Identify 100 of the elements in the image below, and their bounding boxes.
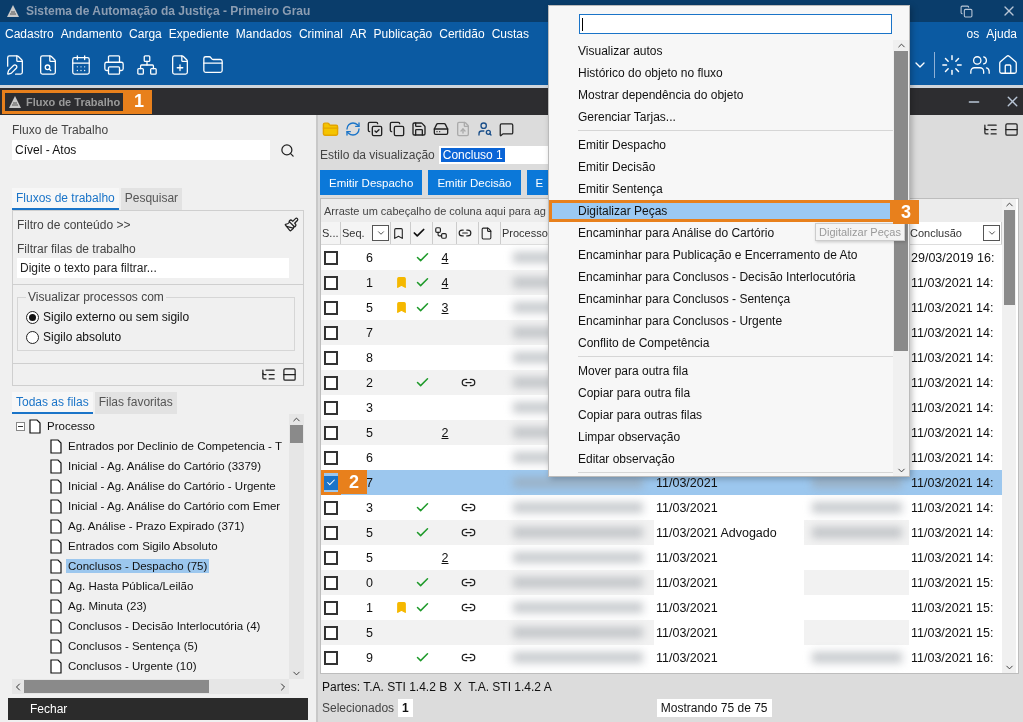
count-link[interactable]: 2	[441, 425, 449, 440]
menu-item[interactable]: Conflito de Competência	[549, 332, 893, 354]
close-button[interactable]: Fechar	[28, 702, 70, 716]
parts-text: Partes: T.A. STI 1.4.2 B X T.A. STI 1.4.2 A	[322, 680, 553, 694]
step-badge: 3	[893, 200, 919, 224]
table-cell: 6	[366, 250, 373, 265]
filter-field[interactable]: Digite o texto para filtrar...	[17, 258, 289, 278]
menu-item[interactable]: Andamento	[57, 26, 126, 41]
menu-item[interactable]: Mover para outra fila	[549, 360, 893, 382]
table-cell: 11/03/2021 14:	[909, 520, 1002, 545]
count-link[interactable]: 4	[441, 250, 449, 265]
tree-node[interactable]: Inicial - Ag. Análise do Cartório (3379)	[16, 456, 289, 476]
menu-item[interactable]: os	[963, 26, 983, 41]
menu-item[interactable]: Histórico do objeto no fluxo	[549, 62, 893, 84]
table-cell: 1	[366, 600, 373, 615]
menu-item[interactable]: Publicação	[370, 26, 436, 41]
window-title: Sistema de Automação da Justiça - Primeiro Grau	[26, 4, 311, 18]
column-header[interactable]: Conclusão	[909, 222, 1002, 244]
table-cell: 0	[366, 575, 373, 590]
record-count: Mostrando 75 de 75	[656, 699, 772, 717]
menu-item[interactable]: Limpar observação	[549, 426, 893, 448]
table-cell: 11/03/2021 14:	[909, 420, 1002, 445]
table-cell: 11/03/2021 14:	[909, 270, 1002, 295]
tab[interactable]: Fluxos de trabalho	[12, 188, 119, 210]
field-label: Selecionados	[322, 701, 395, 715]
step-badge: 1	[126, 89, 153, 114]
action-button[interactable]: Emitir Despacho	[320, 170, 423, 195]
table-cell: 5	[366, 525, 373, 540]
menu-item[interactable]: Visualizar autos	[549, 40, 893, 62]
table-cell: 11/03/2021	[654, 620, 804, 645]
tree-node[interactable]: Conclusos - Decisão Interlocutória (4)	[16, 616, 289, 636]
table-cell: 11/03/2021 Advogado	[654, 520, 804, 545]
tree-node[interactable]: Conclusos - Sentença (5)	[16, 636, 289, 656]
column-header[interactable]: Seq.	[341, 222, 391, 244]
filter-toggle[interactable]: Filtro de conteúdo >>	[17, 217, 131, 232]
group-legend: Visualizar processos com	[26, 290, 166, 304]
menu-item[interactable]: Custas	[488, 26, 532, 41]
table-cell: 11/03/2021 14:	[909, 370, 1002, 395]
tab[interactable]: Pesquisar	[120, 188, 183, 210]
tab[interactable]: Filas favoritas	[94, 392, 177, 414]
panel-tab[interactable]: Fluxo de Trabalho	[2, 89, 127, 114]
menu-item[interactable]: Carga	[126, 26, 165, 41]
menu-item[interactable]: Encaminhar para Publicação e Encerramento de Ato	[549, 244, 893, 266]
count-link[interactable]: 4	[441, 275, 449, 290]
menu-item[interactable]: Mandados	[232, 26, 295, 41]
table-cell: 5	[366, 550, 373, 565]
field-label: Filtrar filas de trabalho	[17, 242, 137, 256]
selected-count: 1	[398, 699, 413, 717]
field-label: Fluxo de Trabalho	[12, 123, 110, 137]
table-cell: 9	[366, 650, 373, 665]
table-cell: 11/03/2021 15:	[909, 570, 1002, 595]
menu-item[interactable]: Criminal	[295, 26, 346, 41]
table-cell: 3	[366, 500, 373, 515]
table-cell: 8	[366, 350, 373, 365]
tree-node[interactable]: Ag. Análise - Prazo Expirado (371)	[16, 516, 289, 536]
tree-node[interactable]: Inicial - Ag. Análise do Cartório - Urgente	[16, 476, 289, 496]
tree-node[interactable]: Entrados por Declinio de Competencia - T	[16, 436, 289, 456]
menu-item[interactable]: AR	[346, 26, 370, 41]
menu-item[interactable]: Copiar para outras filas	[549, 404, 893, 426]
table-cell: 6	[366, 450, 373, 465]
menu-item[interactable]: Gerenciar Tarjas...	[549, 106, 893, 128]
menu-item[interactable]: Encaminhar para Conclusos - Decisão Interlocutória	[549, 266, 893, 288]
radio-option[interactable]: Sigilo externo ou sem sigilo	[26, 310, 286, 324]
table-cell: 3	[366, 400, 373, 415]
tree-node[interactable]: Inicial - Ag. Análise do Cartório com Emer	[16, 496, 289, 516]
tree-node[interactable]: Conclusos - Urgente (10)	[16, 656, 289, 676]
count-link[interactable]: 2	[441, 550, 449, 565]
radio-option[interactable]: Sigilo absoluto	[26, 330, 286, 344]
column-header[interactable]: S...	[321, 222, 341, 244]
menu-item[interactable]: Ajuda	[983, 26, 1020, 41]
tree-node[interactable]: Conclusos - Despacho (75)	[16, 556, 289, 576]
menu-item[interactable]: Copiar para outra fila	[549, 382, 893, 404]
menu-item[interactable]: Digitalizar Peças	[549, 200, 893, 222]
table-cell: 2	[366, 375, 373, 390]
tree-node[interactable]: Ag. Minuta (23)	[16, 596, 289, 616]
tooltip: Digitalizar Peças	[815, 223, 905, 241]
table-cell: 5	[366, 625, 373, 640]
table-cell: 11/03/2021	[654, 570, 804, 595]
menu-item[interactable]: Encaminhar para Conclusos - Sentença	[549, 288, 893, 310]
menu-item[interactable]: Emitir Sentença	[549, 178, 893, 200]
menu-item[interactable]: Certidão	[436, 26, 488, 41]
step-badge: 2	[341, 470, 367, 494]
tab[interactable]: Todas as filas	[12, 392, 93, 414]
field-label: Estilo da visualização	[320, 148, 435, 162]
table-cell: 5	[366, 425, 373, 440]
table-cell: 1	[366, 275, 373, 290]
workflow-field[interactable]: Cível - Atos	[12, 140, 270, 160]
table-cell: 11/03/2021 14:	[909, 320, 1002, 345]
action-button[interactable]: Emitir Decisão	[428, 170, 521, 195]
menu-item[interactable]: Encaminhar para Conclusos - Urgente	[549, 310, 893, 332]
menu-item[interactable]: Editar observação	[549, 448, 893, 470]
tree-node[interactable]: Ag. Hasta Pública/Leilão	[16, 576, 289, 596]
count-link[interactable]: 3	[441, 300, 449, 315]
menu-item[interactable]: Cadastro	[2, 26, 57, 41]
table-cell: 7	[366, 325, 373, 340]
menu-item[interactable]: Mostrar dependência do objeto	[549, 84, 893, 106]
menu-item[interactable]: Expediente	[165, 26, 232, 41]
tree-node[interactable]: Entrados com Sigilo Absoluto	[16, 536, 289, 556]
tree-node[interactable]: Processo	[16, 416, 289, 436]
table-cell: 5	[366, 300, 373, 315]
